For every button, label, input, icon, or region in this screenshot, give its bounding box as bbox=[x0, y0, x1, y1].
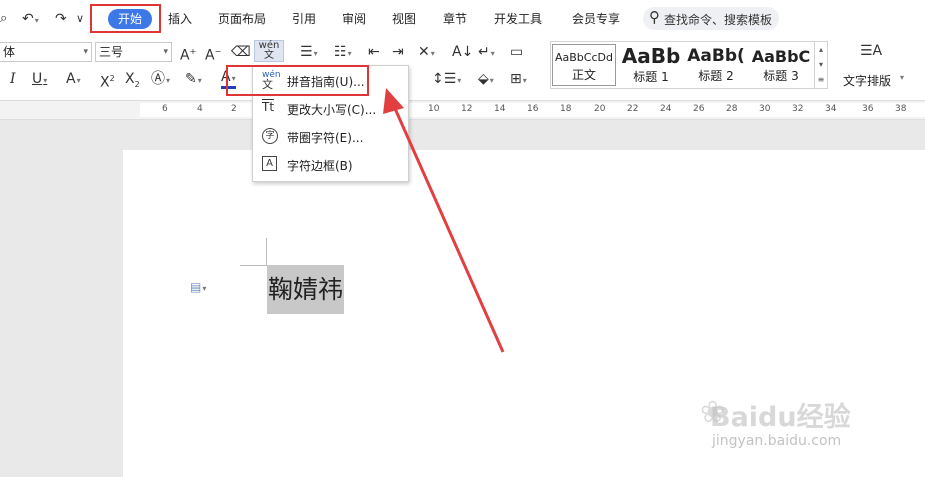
watermark-brand: Baidu经验 bbox=[710, 402, 851, 433]
arrow-head bbox=[383, 88, 404, 114]
watermark-url: jingyan.baidu.com bbox=[712, 433, 842, 449]
arrow-shaft bbox=[391, 103, 505, 353]
baidu-watermark: ❀ Baidu经验 jingyan.baidu.com bbox=[700, 395, 920, 465]
